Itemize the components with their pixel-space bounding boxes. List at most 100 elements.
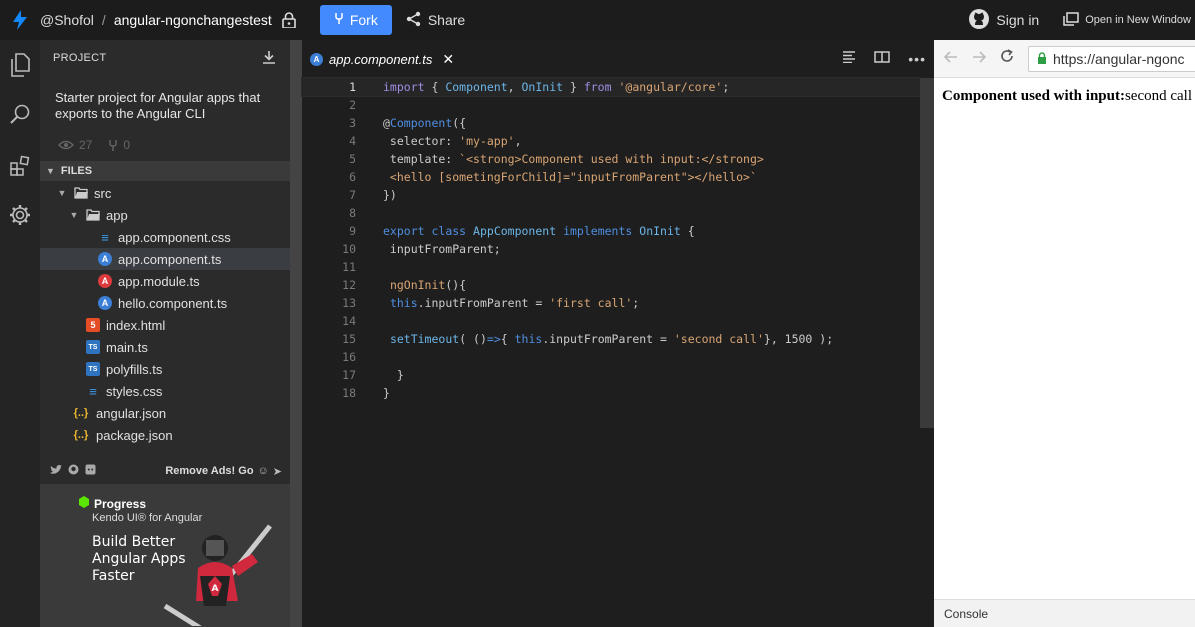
tree-file-app-component-ts[interactable]: A app.component.ts: [40, 248, 290, 270]
files-header[interactable]: ▼ FILES: [40, 161, 290, 181]
open-new-window-label: Open in New Window: [1085, 14, 1191, 26]
code-text: <hello [sometingForChild]="inputFromPare…: [383, 170, 757, 184]
split-view-icon[interactable]: [874, 50, 891, 68]
tree-file-index-html[interactable]: 5 index.html: [40, 314, 290, 336]
json-file-icon: {..}: [73, 407, 89, 419]
json-file-icon: {..}: [73, 429, 89, 441]
extensions-icon[interactable]: [0, 140, 40, 190]
tree-file-app-component-css[interactable]: ≡ app.component.css: [40, 226, 290, 248]
svg-text:A: A: [212, 584, 219, 594]
fork-button[interactable]: Fork: [319, 5, 392, 35]
angular-component-icon: A: [310, 52, 323, 66]
editor-tab-bar: A app.component.ts ✕ •••: [302, 40, 934, 78]
project-name[interactable]: angular-ngonchangestest: [114, 12, 272, 28]
tree-file-styles-css[interactable]: ≡ styles.css: [40, 380, 290, 402]
rocket-icon: ➤: [272, 465, 282, 478]
share-button[interactable]: Share: [406, 11, 465, 30]
line-number: 16: [342, 350, 356, 364]
ad-brand-label: Progress: [94, 496, 147, 511]
code-text: @Component({: [383, 116, 467, 130]
fork-label: Fork: [349, 12, 378, 28]
line-number: 5: [349, 152, 356, 166]
angular-component-icon: A: [98, 252, 112, 266]
forks-count: 0: [123, 138, 131, 152]
line-number: 11: [342, 260, 356, 274]
line-number: 13: [342, 296, 356, 310]
tab-app-component-ts[interactable]: A app.component.ts ✕: [302, 40, 465, 78]
share-label: Share: [427, 12, 466, 28]
console-tab[interactable]: Console: [934, 599, 1195, 627]
editor-scrollbar-thumb[interactable]: [920, 78, 934, 428]
tree-file-app-module-ts[interactable]: A app.module.ts: [40, 270, 290, 292]
line-number: 1: [349, 80, 356, 94]
preview-value-text: second call: [1124, 88, 1193, 104]
line-number: 18: [342, 386, 356, 400]
line-number: 9: [349, 224, 356, 238]
project-description: Starter project for Angular apps that ex…: [55, 90, 261, 121]
editor-scrollbar[interactable]: [920, 78, 934, 627]
code-line: 6 <hello [sometingForChild]="inputFromPa…: [302, 168, 920, 186]
advertisement[interactable]: Progress Kendo UI® for Angular Build Bet…: [40, 484, 290, 627]
tree-file-hello-component-ts[interactable]: A hello.component.ts: [40, 292, 290, 314]
tree-file-main-ts[interactable]: TS main.ts: [40, 336, 290, 358]
activity-bar: [0, 40, 40, 627]
code-line: 12 ngOnInit(){: [302, 276, 920, 294]
breadcrumb-user[interactable]: @Shofol: [40, 12, 94, 28]
line-number: 17: [342, 368, 356, 382]
code-text: }): [383, 188, 397, 202]
refresh-icon[interactable]: [1000, 49, 1014, 68]
ad-brand: Progress: [78, 496, 146, 511]
close-icon[interactable]: ✕: [442, 51, 454, 68]
tree-file-angular-json[interactable]: {..} angular.json: [40, 402, 290, 424]
tree-file-polyfills-ts[interactable]: TS polyfills.ts: [40, 358, 290, 380]
files-icon[interactable]: [0, 40, 40, 90]
views-count: 27: [79, 138, 93, 152]
code-text: }: [383, 368, 404, 382]
back-arrow-icon[interactable]: [943, 50, 958, 68]
tree-label: src: [94, 185, 112, 201]
code-text: inputFromParent;: [383, 242, 501, 256]
format-lines-icon[interactable]: [842, 50, 856, 68]
remove-ads-link[interactable]: Remove Ads! Go: [165, 465, 253, 477]
files-header-label: FILES: [60, 165, 93, 177]
tree-file-package-json[interactable]: {..} package.json: [40, 424, 290, 446]
code-line: 18}: [302, 384, 920, 402]
open-new-window-button[interactable]: Open in New Window: [1063, 11, 1191, 29]
chevron-down-icon: ▼: [46, 166, 55, 176]
top-right-actions: Sign in Open in New Window: [968, 0, 1195, 40]
code-text: import { Component, OnInit } from '@angu…: [383, 80, 730, 94]
code-line: 10 inputFromParent;: [302, 240, 920, 258]
code-editor: A app.component.ts ✕ ••• 1 import { Compo…: [301, 40, 934, 627]
css-file-icon: ≡: [101, 229, 109, 245]
line-number: 14: [342, 314, 356, 328]
code-line: 11: [302, 258, 920, 276]
forward-arrow-icon[interactable]: [972, 50, 987, 68]
editor-actions: •••: [842, 40, 926, 78]
line-number: 6: [349, 170, 356, 184]
tree-label: angular.json: [96, 405, 167, 421]
discord-icon[interactable]: [85, 464, 96, 478]
progress-logo-icon: [78, 496, 90, 511]
sign-in-button[interactable]: Sign in: [968, 8, 1039, 33]
preview-url-field[interactable]: https://angular-ngonc: [1028, 45, 1195, 72]
code-text: template: `<strong>Component used with i…: [383, 152, 764, 166]
code-text: selector: 'my-app',: [383, 134, 522, 148]
stackblitz-logo-icon[interactable]: [0, 0, 40, 40]
line-number: 10: [342, 242, 356, 256]
tree-folder-src[interactable]: ▼ src: [40, 182, 290, 204]
code-line: 5 template: `<strong>Component used with…: [302, 150, 920, 168]
tree-label: main.ts: [106, 339, 148, 355]
search-icon[interactable]: [0, 90, 40, 140]
settings-gear-icon[interactable]: [0, 190, 40, 240]
code-text: export class AppComponent implements OnI…: [383, 224, 695, 238]
angular-component-icon: A: [98, 296, 112, 310]
more-options-icon[interactable]: •••: [908, 51, 926, 67]
preview-content: Component used with input:second call: [934, 78, 1195, 115]
sidebar-scrollbar[interactable]: [290, 40, 302, 627]
twitter-icon[interactable]: [50, 464, 62, 478]
social-bar: Remove Ads! Go ☺ ➤: [40, 458, 290, 484]
code-area[interactable]: 1 import { Component, OnInit } from '@ang…: [301, 77, 921, 627]
download-icon[interactable]: [262, 50, 276, 67]
github-icon[interactable]: [68, 464, 79, 478]
tree-folder-app[interactable]: ▼ app: [40, 204, 290, 226]
